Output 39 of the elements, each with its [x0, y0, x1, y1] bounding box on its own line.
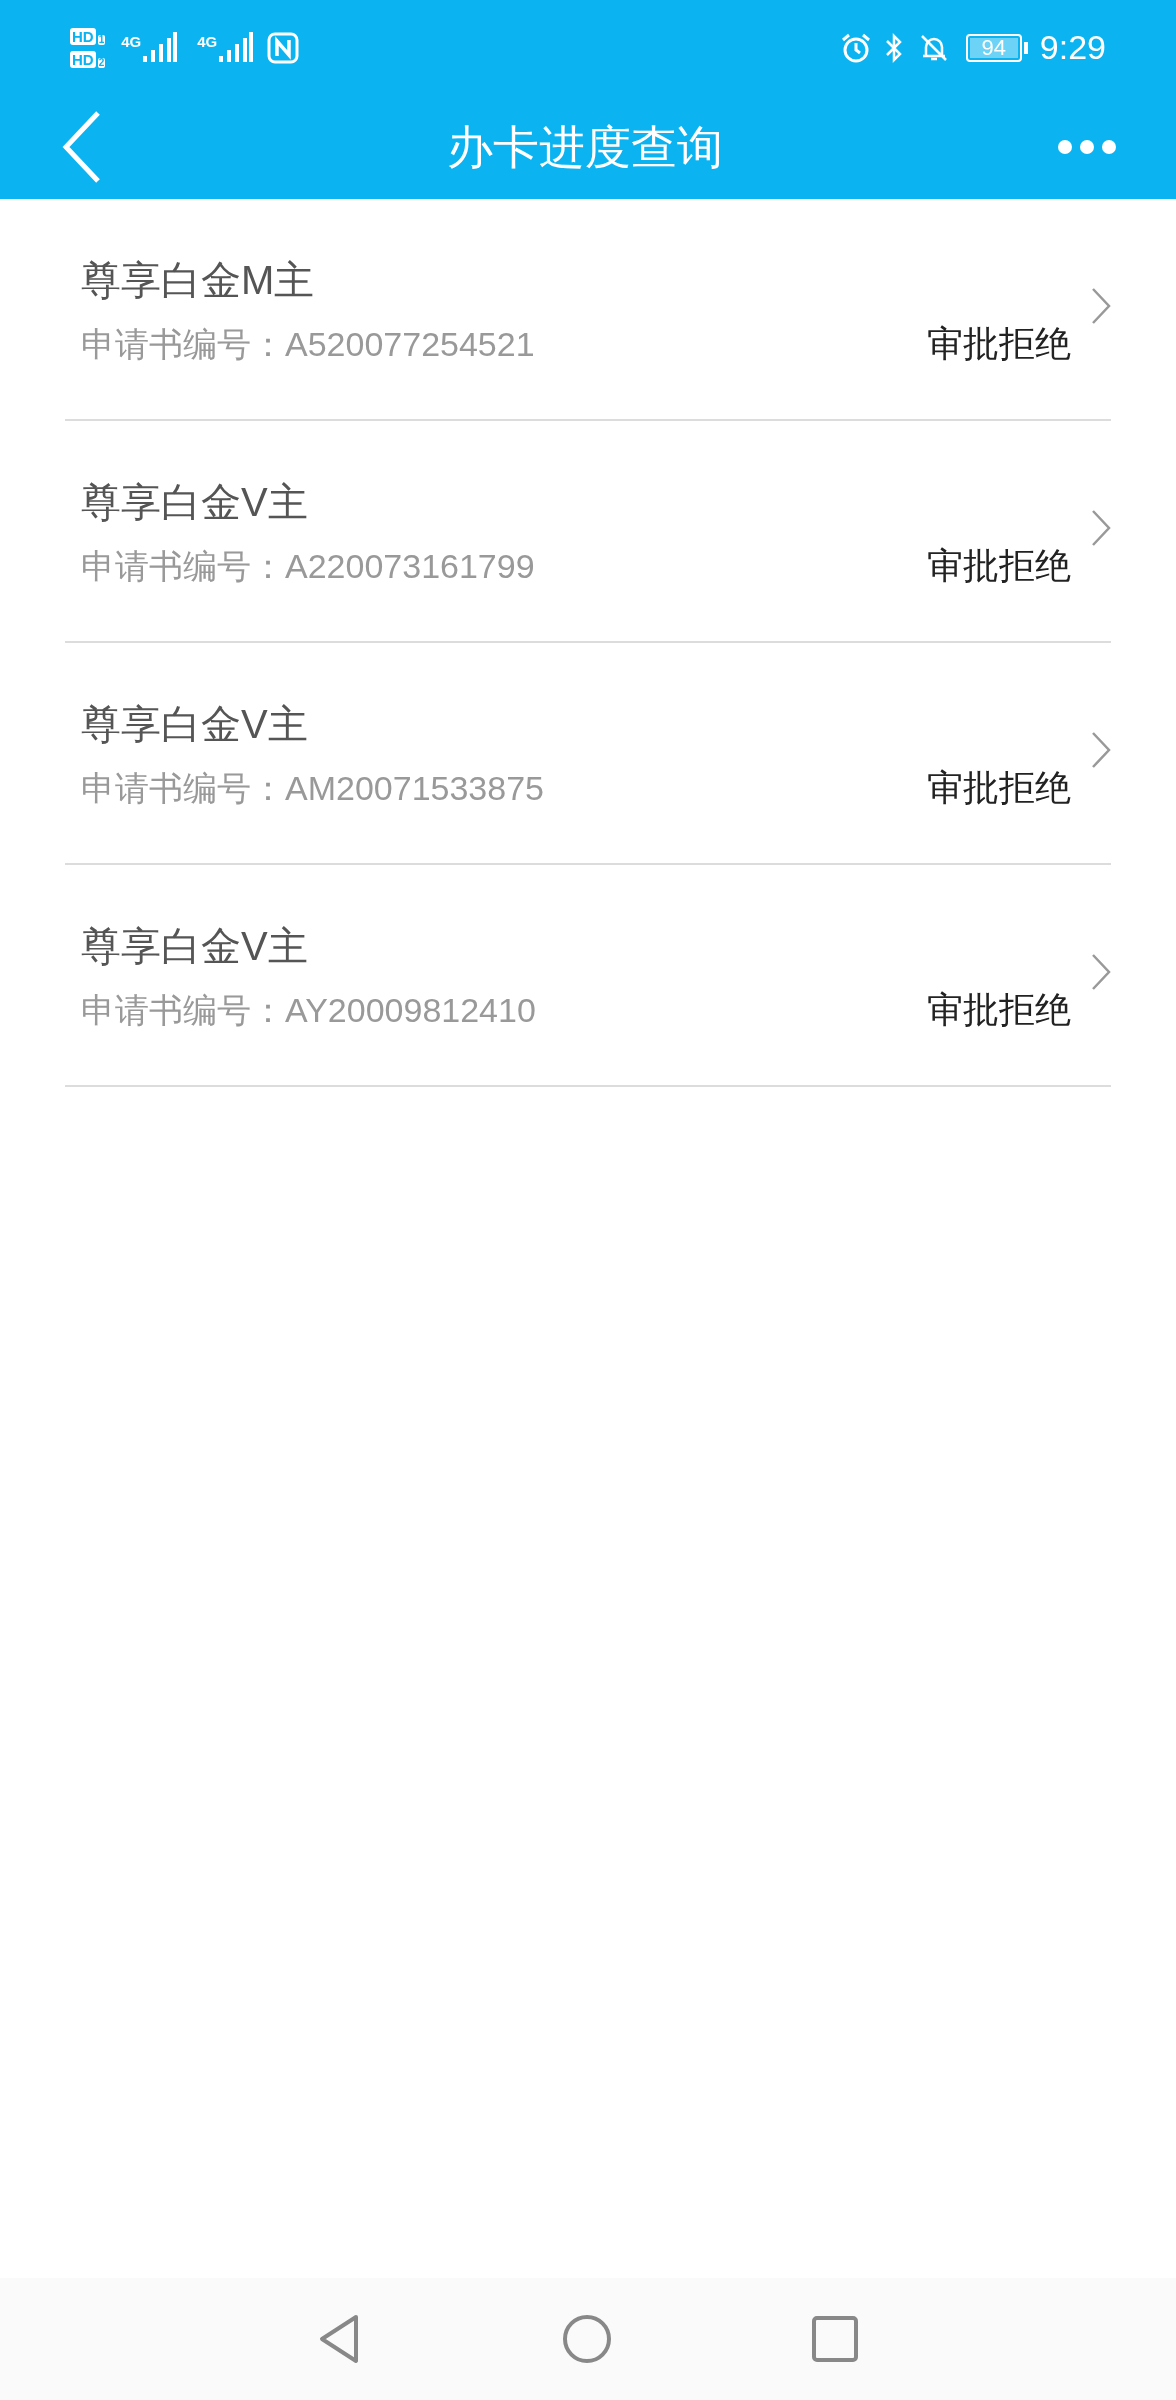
hd-badge: HD: [70, 27, 96, 45]
card-name: 尊享白金V主: [81, 482, 309, 522]
approval-status: 审批拒绝: [927, 326, 1071, 362]
application-number: AM20071533875: [285, 771, 544, 805]
approval-status: 审批拒绝: [927, 770, 1071, 806]
network-type: 4G: [197, 33, 218, 49]
alarm-icon: [839, 31, 872, 64]
chevron-right-icon: [1091, 287, 1111, 325]
application-number-label: 申请书编号：: [81, 771, 285, 805]
application-item[interactable]: 尊享白金V主 申请书编号：A220073161799 审批拒绝: [65, 421, 1111, 643]
sim-slot-number: 1: [97, 34, 106, 45]
network-type: 4G: [121, 33, 142, 49]
sim-slot-number: 2: [97, 57, 106, 68]
clock-time: 9:29: [1039, 27, 1106, 68]
application-number-label: 申请书编号：: [81, 327, 285, 361]
signal-icon: [143, 31, 178, 64]
home-nav-icon[interactable]: [562, 2314, 612, 2364]
card-name: 尊享白金V主: [81, 926, 309, 966]
approval-status: 审批拒绝: [927, 992, 1071, 1028]
signal-icon: [219, 31, 254, 64]
application-number-label: 申请书编号：: [81, 993, 285, 1027]
application-number: AY20009812410: [285, 993, 536, 1027]
card-name: 尊享白金M主: [81, 260, 316, 300]
application-item[interactable]: 尊享白金V主 申请书编号：AY20009812410 审批拒绝: [65, 865, 1111, 1087]
application-item[interactable]: 尊享白金M主 申请书编号：A520077254521 审批拒绝: [65, 199, 1111, 421]
bluetooth-icon: [883, 31, 904, 64]
hd-badge: HD: [70, 50, 96, 68]
approval-status: 审批拒绝: [927, 548, 1071, 584]
chevron-right-icon: [1091, 731, 1111, 769]
card-name: 尊享白金V主: [81, 704, 309, 744]
page-title: 办卡进度查询: [447, 119, 723, 175]
chevron-right-icon: [1091, 509, 1111, 547]
application-number: A220073161799: [285, 549, 535, 583]
application-number: A520077254521: [285, 327, 535, 361]
nfc-icon: [267, 31, 300, 64]
chevron-right-icon: [1091, 953, 1111, 991]
recents-nav-icon[interactable]: [812, 2316, 858, 2362]
application-item[interactable]: 尊享白金V主 申请书编号：AM20071533875 审批拒绝: [65, 643, 1111, 865]
application-number-label: 申请书编号：: [81, 549, 285, 583]
